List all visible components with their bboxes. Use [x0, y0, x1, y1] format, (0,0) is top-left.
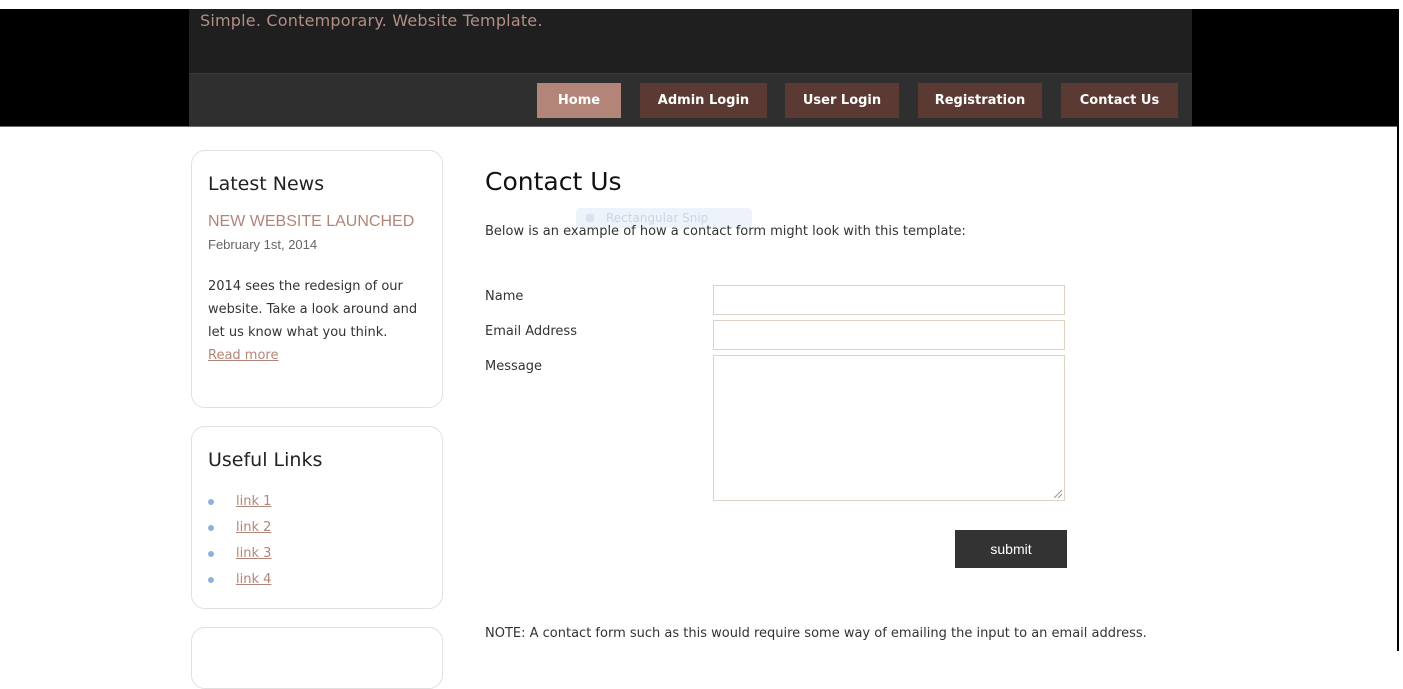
link-3[interactable]: link 3: [236, 546, 271, 561]
news-headline: NEW WEBSITE LAUNCHED: [208, 213, 415, 230]
latest-news-box: Latest News NEW WEBSITE LAUNCHED Februar…: [191, 150, 443, 408]
window-edge: [1397, 9, 1399, 651]
useful-links-box: Useful Links link 1 link 2 link 3 link 4: [191, 426, 443, 609]
news-date: February 1st, 2014: [208, 237, 318, 252]
list-item: link 4: [208, 571, 271, 597]
bullet-icon: [208, 577, 214, 583]
nav-registration[interactable]: Registration: [918, 83, 1042, 118]
link-1[interactable]: link 1: [236, 494, 271, 509]
header-divider: [0, 126, 1397, 127]
nav-admin-login[interactable]: Admin Login: [640, 83, 767, 118]
submit-button[interactable]: submit: [955, 530, 1067, 568]
message-label: Message: [485, 359, 542, 374]
bullet-icon: [208, 499, 214, 505]
snip-ghost-label: Rectangular Snip: [606, 211, 709, 225]
nav-home[interactable]: Home: [537, 83, 621, 118]
news-body: 2014 sees the redesign of our website. T…: [208, 279, 418, 340]
name-label: Name: [485, 289, 524, 304]
link-2[interactable]: link 2: [236, 520, 271, 535]
useful-links-heading: Useful Links: [208, 449, 323, 471]
message-textarea[interactable]: [713, 355, 1065, 501]
link-4[interactable]: link 4: [236, 572, 271, 587]
useful-links-list: link 1 link 2 link 3 link 4: [208, 493, 271, 597]
email-label: Email Address: [485, 324, 577, 339]
name-input[interactable]: [713, 285, 1065, 315]
resize-handle-icon[interactable]: [1054, 490, 1062, 498]
site-slogan: Simple. Contemporary. Website Template.: [200, 11, 543, 30]
news-text: 2014 sees the redesign of our website. T…: [208, 275, 430, 367]
header-top-strip: [0, 0, 1403, 9]
latest-news-heading: Latest News: [208, 173, 325, 195]
snip-icon: [586, 214, 594, 222]
list-item: link 2: [208, 519, 271, 545]
sidebar-box-3: [191, 627, 443, 689]
contact-note: NOTE: A contact form such as this would …: [485, 626, 1147, 641]
nav-contact-us[interactable]: Contact Us: [1061, 83, 1178, 118]
list-item: link 3: [208, 545, 271, 571]
bullet-icon: [208, 525, 214, 531]
nav-user-login[interactable]: User Login: [785, 83, 899, 118]
bullet-icon: [208, 551, 214, 557]
contact-intro: Below is an example of how a contact for…: [485, 224, 966, 239]
email-input[interactable]: [713, 320, 1065, 350]
list-item: link 1: [208, 493, 271, 519]
read-more-link[interactable]: Read more: [208, 348, 278, 363]
page-title: Contact Us: [485, 167, 622, 196]
